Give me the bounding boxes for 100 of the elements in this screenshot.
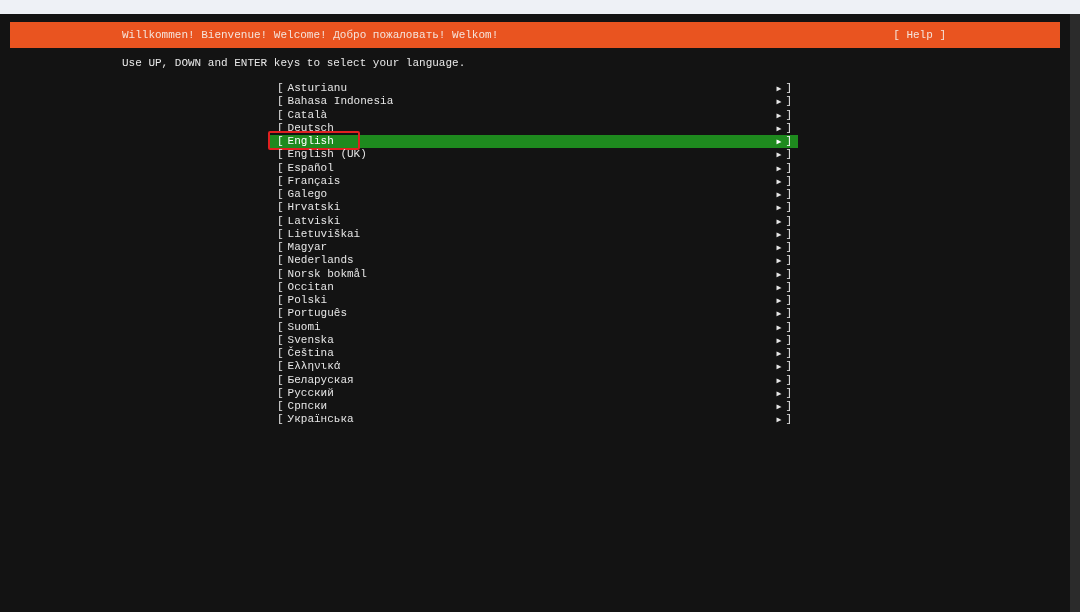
language-name: Norsk bokmål [287, 267, 367, 281]
bracket: ] [785, 214, 792, 228]
language-name: Українська [287, 413, 354, 427]
arrow-glyph: ▶ [776, 348, 782, 360]
bracket: ] [785, 82, 792, 96]
arrow-glyph: ▶ [776, 175, 782, 188]
bracket: ] [785, 174, 792, 188]
language-item[interactable]: [ Català ▶ ] [270, 108, 798, 122]
bracket: [ [277, 148, 284, 162]
arrow-glyph: ▶ [776, 162, 782, 175]
arrow-glyph: ▶ [776, 374, 782, 387]
arrow-glyph: ▶ [776, 414, 782, 427]
arrow-glyph: ▶ [776, 334, 782, 347]
language-name: Čeština [287, 347, 334, 361]
language-item[interactable]: [ Hrvatski ▶ ] [270, 201, 798, 215]
bracket: [ [277, 294, 284, 308]
bracket: [ [277, 307, 284, 321]
language-name: Hrvatski [287, 201, 341, 215]
arrow-glyph: ▶ [776, 308, 782, 321]
language-item[interactable]: [ Português ▶ ] [270, 307, 798, 321]
language-name: Ελληνικά [287, 360, 341, 374]
arrow-glyph: ▶ [776, 295, 782, 307]
language-item[interactable]: [ Ελληνικά ▶ ] [270, 360, 798, 374]
bracket: ] [785, 121, 792, 135]
instruction-text: Use UP, DOWN and ENTER keys to select your language. [121, 56, 467, 70]
bracket: [ [277, 241, 284, 255]
language-name: Deutsch [287, 121, 334, 135]
language-item[interactable]: [ Polski ▶ ] [270, 294, 798, 308]
language-name: Suomi [287, 320, 321, 334]
bracket: [ [277, 174, 284, 188]
language-name: Русский [287, 386, 334, 400]
arrow-glyph: ▶ [776, 321, 782, 334]
arrow-glyph: ▶ [776, 109, 782, 122]
language-item[interactable]: [ Svenska ▶ ] [270, 333, 798, 347]
bracket: ] [785, 320, 792, 334]
language-name: Català [287, 108, 328, 122]
bracket: [ [277, 280, 284, 294]
bracket: ] [785, 413, 792, 427]
language-name: Bahasa Indonesia [287, 95, 394, 109]
arrow-glyph: ▶ [776, 149, 782, 162]
language-name: Polski [287, 294, 328, 308]
bracket: [ [277, 227, 284, 241]
language-item[interactable]: [ Српски ▶ ] [270, 400, 798, 414]
language-item[interactable]: [ Nederlands ▶ ] [270, 254, 798, 268]
bracket: [ [277, 320, 284, 334]
language-name: English [287, 135, 334, 149]
bracket: ] [785, 360, 792, 374]
arrow-glyph: ▶ [776, 122, 782, 135]
language-name: Asturianu [287, 82, 348, 96]
bracket: ] [785, 386, 792, 400]
language-item[interactable]: [ Українська ▶ ] [270, 413, 798, 427]
bracket: ] [785, 400, 792, 414]
language-item[interactable]: [ Беларуская ▶ ] [270, 373, 798, 387]
bracket: [ [277, 108, 284, 122]
language-item[interactable]: [ Latviski ▶ ] [270, 214, 798, 228]
bracket: ] [785, 201, 792, 215]
language-name: English (UK) [287, 148, 367, 162]
welcome-title: Willkommen! Bienvenue! Welcome! Добро пожаловать! Welkom! [122, 29, 499, 41]
language-name: Српски [287, 400, 328, 414]
language-item[interactable]: [ Galego ▶ ] [270, 188, 798, 202]
bracket: [ [277, 267, 284, 281]
language-name: Español [287, 161, 334, 175]
language-item[interactable]: [ Français ▶ ] [270, 174, 798, 188]
language-item[interactable]: [ Asturianu ▶ ] [270, 82, 798, 96]
bracket: ] [785, 294, 792, 308]
bracket: [ [277, 201, 284, 215]
language-name: Latviski [287, 214, 341, 228]
bracket: [ [277, 82, 284, 96]
bracket: [ [277, 135, 284, 149]
bracket: [ [277, 333, 284, 347]
arrow-glyph: ▶ [776, 268, 782, 281]
language-name: Svenska [287, 333, 334, 346]
language-item[interactable]: [ Magyar ▶ ] [270, 241, 798, 255]
language-name: Magyar [287, 241, 328, 255]
language-name: Occitan [287, 280, 334, 294]
bracket: [ [277, 373, 284, 387]
arrow-glyph: ▶ [776, 136, 782, 148]
language-item[interactable]: [ Русский ▶ ] [270, 386, 798, 400]
language-item[interactable]: [ Čeština ▶ ] [270, 347, 798, 361]
language-item[interactable]: [ Suomi ▶ ] [270, 320, 798, 334]
bracket: [ [277, 188, 284, 202]
language-item[interactable]: [ Español ▶ ] [270, 161, 798, 175]
bracket: ] [785, 108, 792, 122]
language-item[interactable]: [ Lietuviškai ▶ ] [270, 227, 798, 241]
bracket: [ [277, 413, 284, 427]
language-name: Lietuviškai [287, 227, 361, 241]
language-item[interactable]: [ Norsk bokmål ▶ ] [270, 267, 798, 281]
arrow-glyph: ▶ [776, 96, 782, 109]
bracket: [ [277, 161, 284, 175]
language-item[interactable]: [ Bahasa Indonesia ▶ ] [270, 95, 798, 109]
language-item[interactable]: [ Occitan ▶ ] [270, 280, 798, 294]
bracket: ] [785, 161, 792, 175]
arrow-glyph: ▶ [776, 387, 782, 400]
language-name: Беларуская [287, 373, 354, 387]
arrow-glyph: ▶ [776, 401, 782, 413]
bracket: ] [785, 227, 792, 241]
language-item[interactable]: [ English (UK) ▶ ] [270, 148, 798, 162]
bracket: ] [785, 148, 792, 162]
bracket: ] [785, 307, 792, 321]
bracket: ] [785, 280, 792, 294]
